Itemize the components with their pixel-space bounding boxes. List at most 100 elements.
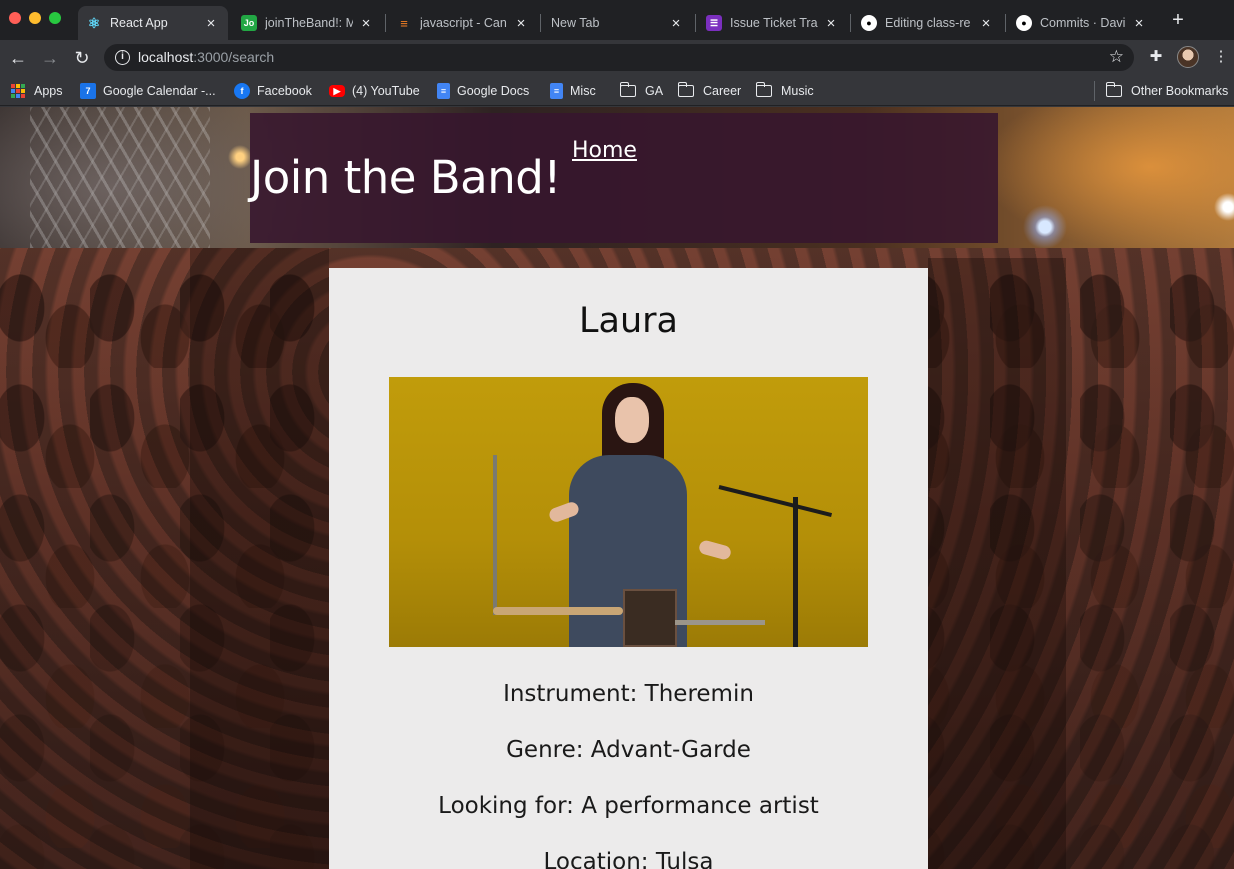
- apps-grid-icon: [11, 84, 25, 98]
- close-tab-icon[interactable]: ×: [359, 16, 373, 31]
- tab-strip: ⚛ React App × Jo joinTheBand!: M × ≡ jav…: [0, 0, 1234, 40]
- extensions-puzzle-icon[interactable]: ✚: [1145, 46, 1167, 68]
- bookmarks-separator: [1094, 81, 1095, 101]
- site-header: Join the Band! Home: [250, 113, 998, 243]
- page-viewport: Join the Band! Home Laura Instrument: Th…: [0, 107, 1234, 869]
- tab-title: joinTheBand!: M: [265, 16, 353, 30]
- tab-new-tab[interactable]: New Tab ×: [543, 6, 693, 40]
- musician-card: Laura Instrument: Theremin Genre: Advant…: [329, 268, 928, 869]
- close-window-button[interactable]: [9, 12, 21, 24]
- url-text[interactable]: localhost:3000/search: [138, 49, 274, 65]
- bookmark-label: Other Bookmarks: [1131, 84, 1229, 98]
- back-arrow-icon[interactable]: ←: [6, 46, 30, 70]
- bookmark-google-docs[interactable]: ≡ Google Docs: [437, 81, 529, 101]
- tab-separator: [1005, 14, 1006, 32]
- bookmark-facebook[interactable]: f Facebook: [234, 81, 312, 101]
- tab-title: New Tab: [551, 16, 600, 30]
- bookmark-label: GA: [645, 84, 664, 98]
- bookmark-apps[interactable]: Apps: [11, 81, 63, 101]
- tab-editing-class[interactable]: ● Editing class-re ×: [853, 6, 1003, 40]
- profile-avatar[interactable]: [1177, 46, 1199, 68]
- musician-hand: [697, 539, 733, 561]
- theremin-rod: [493, 607, 623, 615]
- tab-commits[interactable]: ● Commits · Davi ×: [1008, 6, 1156, 40]
- close-tab-icon[interactable]: ×: [824, 16, 838, 31]
- bookmark-folder-music[interactable]: Music: [755, 81, 814, 101]
- location-text: Location: Tulsa: [543, 849, 714, 869]
- musician-face: [615, 397, 649, 443]
- theremin-loop: [675, 620, 765, 625]
- url-path: :3000/search: [193, 49, 275, 65]
- background-shade: [190, 248, 329, 869]
- tab-separator: [540, 14, 541, 32]
- tab-title: Commits · Davi: [1040, 16, 1126, 30]
- bookmark-folder-career[interactable]: Career: [677, 81, 742, 101]
- home-link[interactable]: Home: [572, 138, 637, 163]
- github-icon: ●: [861, 15, 877, 31]
- stackoverflow-icon: ≡: [400, 15, 408, 31]
- bookmark-label: Career: [703, 84, 742, 98]
- tab-separator: [695, 14, 696, 32]
- close-tab-icon[interactable]: ×: [204, 16, 218, 31]
- stage-truss-image: [30, 107, 210, 248]
- docs-icon: ≡: [550, 83, 563, 99]
- bookmark-label: Google Calendar -...: [103, 84, 216, 98]
- bookmark-youtube[interactable]: ▶ (4) YouTube: [329, 81, 420, 101]
- looking-for-text: Looking for: A performance artist: [438, 793, 819, 819]
- bookmarks-bar: Apps 7 Google Calendar -... f Facebook ▶…: [0, 76, 1234, 106]
- url-host: localhost: [138, 49, 194, 65]
- bookmark-star-icon[interactable]: ☆: [1109, 47, 1124, 67]
- bookmark-label: Google Docs: [457, 84, 530, 98]
- tab-issue-ticket[interactable]: ☰ Issue Ticket Tra ×: [698, 6, 848, 40]
- bookmark-folder-ga[interactable]: GA: [619, 81, 664, 101]
- facebook-icon: f: [234, 83, 250, 99]
- close-tab-icon[interactable]: ×: [979, 16, 993, 31]
- docs-icon: ≡: [437, 83, 450, 99]
- bookmark-google-calendar[interactable]: 7 Google Calendar -...: [80, 81, 216, 101]
- folder-icon: [1105, 82, 1122, 97]
- menu-kebab-icon[interactable]: ⋮: [1210, 46, 1232, 68]
- tab-separator: [385, 14, 386, 32]
- forward-arrow-icon[interactable]: →: [38, 46, 62, 70]
- tab-react-app[interactable]: ⚛ React App ×: [78, 6, 228, 40]
- close-tab-icon[interactable]: ×: [1132, 16, 1146, 31]
- new-tab-button[interactable]: +: [1168, 10, 1188, 30]
- musician-photo: [389, 377, 868, 647]
- calendar-icon: 7: [80, 83, 96, 99]
- tab-separator: [850, 14, 851, 32]
- theremin-box: [623, 589, 677, 647]
- bookmark-label: Apps: [34, 84, 63, 98]
- tab-title: React App: [110, 16, 168, 30]
- mic-stand: [793, 497, 798, 647]
- bookmark-label: (4) YouTube: [352, 84, 420, 98]
- bookmark-label: Facebook: [257, 84, 312, 98]
- tab-title: javascript - Can: [420, 16, 507, 30]
- theremin-antenna: [493, 455, 497, 615]
- musician-name: Laura: [579, 301, 678, 341]
- tab-jointheband[interactable]: Jo joinTheBand!: M ×: [233, 6, 383, 40]
- list-icon: ☰: [706, 15, 722, 31]
- react-icon: ⚛: [87, 14, 101, 31]
- bookmark-label: Misc: [570, 84, 596, 98]
- close-tab-icon[interactable]: ×: [669, 16, 683, 31]
- site-title: Join the Band!: [250, 151, 561, 204]
- bookmark-other-bookmarks[interactable]: Other Bookmarks: [1105, 81, 1229, 101]
- reload-icon[interactable]: ↻: [70, 46, 94, 70]
- minimize-window-button[interactable]: [29, 12, 41, 24]
- folder-icon: [677, 82, 694, 97]
- address-bar[interactable]: i localhost:3000/search ☆: [104, 44, 1134, 71]
- github-icon: ●: [1016, 15, 1032, 31]
- youtube-icon: ▶: [329, 85, 345, 97]
- instrument-text: Instrument: Theremin: [503, 681, 754, 707]
- close-tab-icon[interactable]: ×: [514, 16, 528, 31]
- background-shade: [928, 258, 1066, 869]
- maximize-window-button[interactable]: [49, 12, 61, 24]
- bookmark-misc[interactable]: ≡ Misc: [550, 81, 596, 101]
- tab-title: Editing class-re: [885, 16, 971, 30]
- jo-icon: Jo: [241, 15, 257, 31]
- mic-boom: [718, 485, 833, 518]
- genre-text: Genre: Advant-Garde: [506, 737, 751, 763]
- info-icon[interactable]: i: [115, 50, 130, 65]
- tab-javascript[interactable]: ≡ javascript - Can ×: [388, 6, 538, 40]
- folder-icon: [755, 82, 772, 97]
